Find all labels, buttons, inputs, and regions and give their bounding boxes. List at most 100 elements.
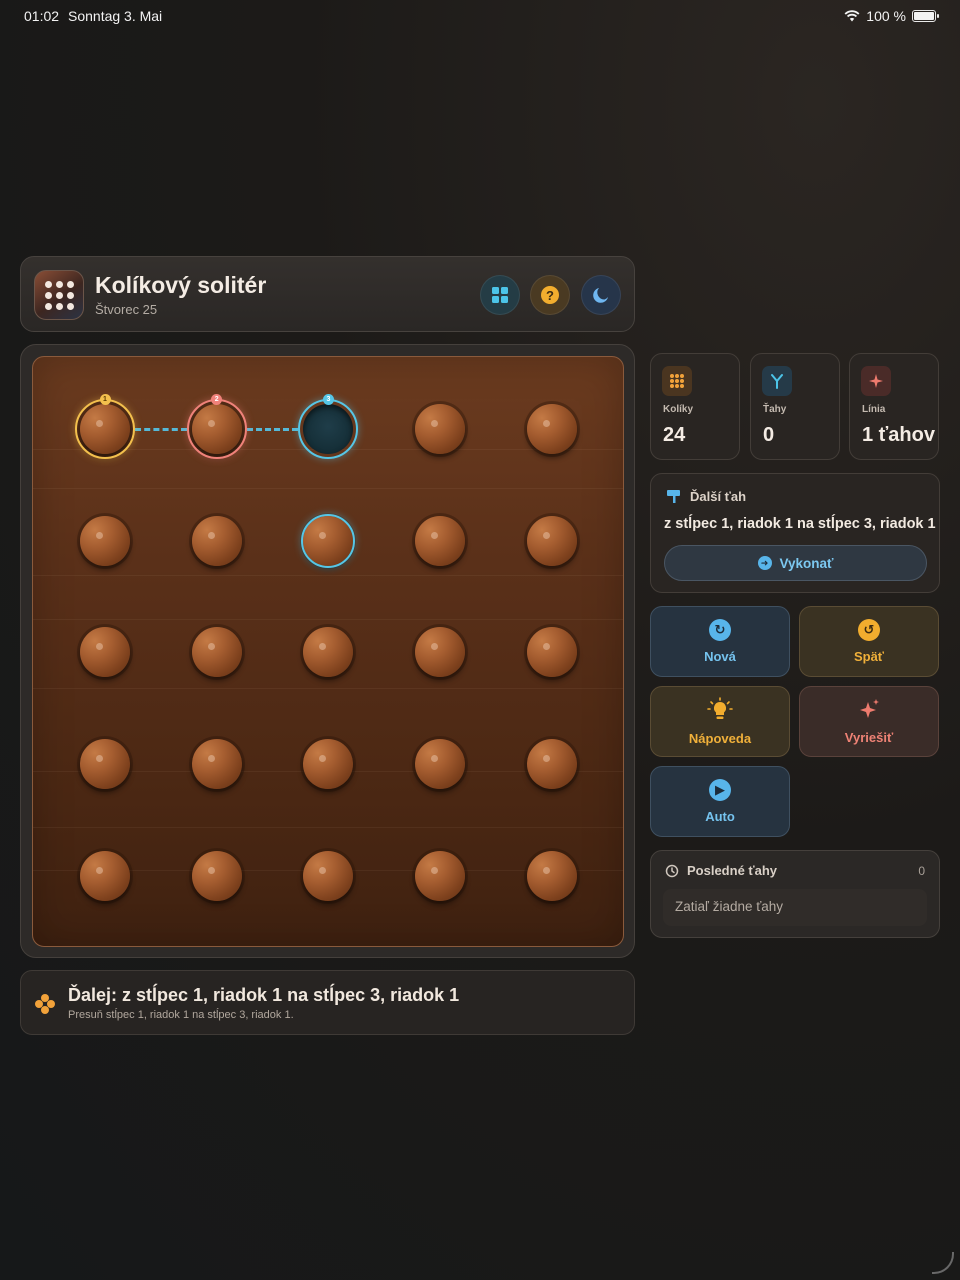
move-highlight-ring [301, 513, 356, 568]
wood-grain [33, 488, 623, 489]
status-date: Sonntag 3. Mai [68, 8, 163, 24]
signpost-icon [667, 490, 680, 503]
peg[interactable] [303, 739, 354, 790]
peg[interactable] [526, 850, 577, 901]
dpad-icon [35, 994, 55, 1014]
hint-button[interactable]: Nápoveda [650, 686, 790, 757]
grid-icon [492, 287, 508, 303]
stat-pegs-label: Kolíky [663, 404, 694, 415]
recent-moves-empty: Zatiaľ žiadne ťahy [663, 889, 927, 926]
wood-grain [33, 619, 623, 620]
board-variant-label: Štvorec 25 [95, 302, 158, 317]
wood-grain [33, 575, 623, 576]
stat-line-label: Línia [862, 404, 886, 415]
peg[interactable] [415, 404, 466, 454]
status-right: 100 % [844, 8, 939, 24]
peg[interactable] [191, 850, 242, 901]
app-logo-icon [34, 270, 84, 320]
wood-grain [33, 688, 623, 689]
next-step-subtitle: Presuň stĺpec 1, riadok 1 na stĺpec 3, r… [68, 1009, 294, 1021]
next-move-header: Ďalší ťah [665, 488, 746, 504]
peg[interactable] [526, 739, 577, 790]
next-move-text: z stĺpec 1, riadok 1 na stĺpec 3, riadok… [664, 516, 936, 532]
help-icon: ? [541, 286, 559, 304]
peg[interactable] [415, 739, 466, 790]
peg[interactable] [80, 850, 130, 901]
move-highlight-ring [298, 399, 359, 459]
peg[interactable] [415, 850, 466, 901]
status-bar: 01:02 Sonntag 3. Mai 100 % [24, 6, 939, 26]
peg[interactable] [80, 515, 130, 566]
move-highlight-ring [75, 399, 135, 459]
peg[interactable] [80, 739, 130, 790]
peg[interactable] [415, 627, 466, 678]
pegs-icon [662, 366, 692, 396]
next-step-title: Ďalej: z stĺpec 1, riadok 1 na stĺpec 3,… [68, 985, 460, 1005]
hint-label: Nápoveda [688, 731, 752, 746]
recent-moves-count: 0 [918, 864, 925, 878]
wifi-icon [844, 10, 860, 22]
stat-line: Línia 1 ťahov [849, 353, 939, 460]
sparkles-icon [860, 699, 879, 718]
wood-grain [33, 827, 623, 828]
stat-line-value: 1 ťahov [862, 424, 935, 446]
peg[interactable] [191, 739, 242, 790]
peg[interactable] [191, 627, 242, 678]
peg[interactable] [191, 515, 242, 566]
undo-button[interactable]: ↺ Späť [799, 606, 939, 677]
new-game-button[interactable]: ↻ Nová [650, 606, 790, 677]
solve-label: Vyriešiť [844, 730, 894, 745]
battery-percent: 100 % [866, 8, 906, 24]
peg[interactable] [415, 515, 466, 566]
execute-label: Vykonať [779, 555, 834, 571]
help-button[interactable]: ? [530, 275, 570, 315]
move-step-badge: 2 [211, 393, 223, 405]
execute-button[interactable]: ➜ Vykonať [664, 545, 927, 581]
auto-label: Auto [705, 809, 735, 824]
history-icon [665, 864, 679, 877]
board-select-button[interactable] [480, 275, 520, 315]
page-title: Kolíkový solitér [95, 272, 267, 298]
restart-icon: ↻ [709, 619, 731, 641]
recent-moves-header: Posledné ťahy [665, 863, 777, 878]
moon-icon [593, 288, 608, 303]
move-path-line [135, 428, 187, 431]
next-move-label: Ďalší ťah [690, 488, 747, 504]
next-step-banner: Ďalej: z stĺpec 1, riadok 1 na stĺpec 3,… [20, 970, 635, 1035]
stat-moves: Ťahy 0 [750, 353, 840, 460]
sparkle-icon [861, 366, 891, 396]
stat-pegs-value: 24 [663, 424, 686, 446]
peg[interactable] [80, 627, 130, 678]
theme-toggle-button[interactable] [581, 275, 621, 315]
stat-moves-value: 0 [763, 424, 775, 446]
move-path-line [246, 428, 299, 431]
lightbulb-icon [707, 697, 733, 719]
peg[interactable] [526, 404, 577, 454]
board-frame: 1 2 3 [20, 344, 635, 958]
peg[interactable] [526, 515, 577, 566]
battery-icon [912, 10, 939, 22]
peg[interactable] [303, 627, 354, 678]
peg[interactable] [303, 850, 354, 901]
auto-play-button[interactable]: ▶ Auto [650, 766, 790, 837]
status-time: 01:02 [24, 8, 60, 24]
arrow-right-icon: ➜ [757, 556, 772, 570]
peg[interactable] [526, 627, 577, 678]
play-icon: ▶ [709, 779, 731, 801]
solve-button[interactable]: Vyriešiť [799, 686, 939, 757]
game-board: 1 2 3 [32, 356, 624, 947]
move-step-badge: 3 [322, 393, 334, 405]
stat-pegs: Kolíky 24 [650, 353, 740, 460]
undo-label: Späť [853, 649, 885, 664]
next-move-card: Ďalší ťah z stĺpec 1, riadok 1 na stĺpec… [650, 473, 940, 593]
undo-icon: ↺ [858, 619, 880, 641]
branch-icon [762, 366, 792, 396]
new-game-label: Nová [704, 649, 736, 664]
move-highlight-ring [186, 399, 247, 459]
recent-moves-panel: Posledné ťahy 0 Zatiaľ žiadne ťahy [650, 850, 940, 938]
app-header: Kolíkový solitér Štvorec 25 ? [20, 256, 635, 332]
move-step-badge: 1 [99, 393, 111, 405]
battery-level [914, 12, 934, 20]
recent-moves-label: Posledné ťahy [687, 863, 778, 878]
resize-handle-icon [932, 1252, 954, 1274]
